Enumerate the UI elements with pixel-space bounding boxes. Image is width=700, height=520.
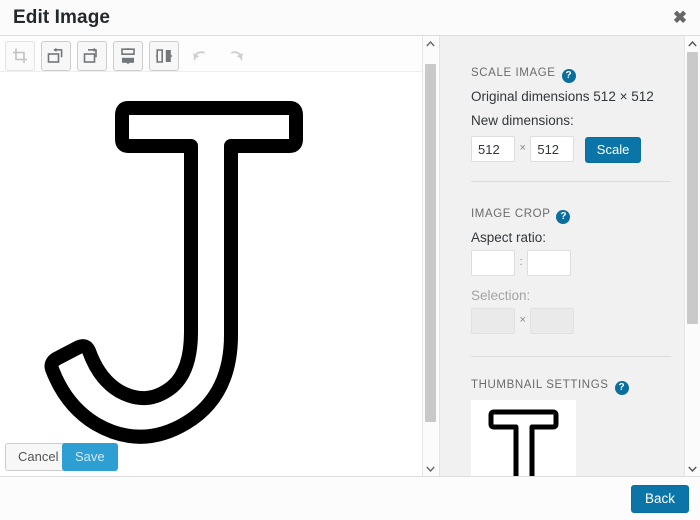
new-dimensions-row: × Scale <box>471 136 691 163</box>
page-title: Edit Image <box>13 7 111 28</box>
editor-scrollbar[interactable] <box>422 36 438 476</box>
undo-icon <box>193 51 205 61</box>
save-button[interactable]: Save <box>62 443 118 471</box>
selection-height-input <box>530 308 575 334</box>
image-settings-pane: SCALE IMAGE? Original dimensions 512 × 5… <box>439 36 700 476</box>
rotate-left-button[interactable] <box>41 41 71 71</box>
new-height-input[interactable] <box>530 136 575 162</box>
image-canvas-area[interactable] <box>0 73 422 476</box>
scroll-down-icon[interactable] <box>423 461 438 476</box>
section-divider <box>471 181 671 182</box>
aspect-ratio-width-input[interactable] <box>471 250 515 276</box>
scroll-up-icon[interactable] <box>685 36 700 52</box>
image-crop-heading: IMAGE CROP <box>471 208 551 220</box>
settings-scrollbar-thumb[interactable] <box>687 52 698 324</box>
aspect-ratio-row: : <box>471 250 691 276</box>
original-dimensions-text: Original dimensions 512 × 512 <box>471 89 654 104</box>
crop-icon-button[interactable] <box>5 41 35 71</box>
selection-width-input <box>471 308 515 334</box>
edit-image-modal: Edit Image ✖ Cancel Save SCALE IMAGE ? O… <box>0 0 700 520</box>
aspect-ratio-separator: : <box>519 255 523 268</box>
section-divider <box>471 356 671 357</box>
scale-image-section: SCALE IMAGE? <box>471 63 671 83</box>
modal-header: Edit Image ✖ <box>0 0 700 36</box>
aspect-ratio-height-input[interactable] <box>526 250 571 276</box>
scroll-down-icon[interactable] <box>685 461 700 476</box>
editor-actions: Cancel Save <box>0 443 422 476</box>
flip-vertical-button[interactable] <box>113 41 143 71</box>
scale-image-heading: SCALE IMAGE <box>471 67 556 79</box>
thumbnail-preview[interactable] <box>471 400 576 476</box>
rotate-left-icon <box>47 47 62 63</box>
redo-icon <box>231 51 243 61</box>
thumbnail-settings-heading: THUMBNAIL SETTINGS <box>471 379 609 391</box>
image-crop-section: IMAGE CROP? <box>471 204 671 224</box>
selection-row: × <box>471 308 691 334</box>
image-editor-pane: Cancel Save <box>0 36 438 476</box>
settings-scrollbar[interactable] <box>684 36 700 476</box>
edited-image[interactable] <box>0 73 395 473</box>
flip-horizontal-icon <box>155 49 173 63</box>
modal-action-bar: Back <box>0 477 700 520</box>
rotate-right-button[interactable] <box>77 41 107 71</box>
scroll-up-icon[interactable] <box>423 36 438 52</box>
aspect-ratio-label: Aspect ratio: <box>471 230 547 245</box>
thumbnail-letter-j-artwork <box>471 400 576 476</box>
scale-button[interactable]: Scale <box>584 136 642 163</box>
modal-content: Cancel Save SCALE IMAGE? Original dimens… <box>0 36 700 477</box>
close-icon[interactable]: ✖ <box>666 4 694 32</box>
selection-label: Selection: <box>471 288 531 303</box>
image-edit-toolbar <box>0 36 438 72</box>
help-icon[interactable]: ? <box>561 69 576 83</box>
help-icon[interactable]: ? <box>556 210 571 224</box>
help-icon[interactable]: ? <box>614 381 629 395</box>
thumbnail-settings-section: THUMBNAIL SETTINGS? <box>471 375 671 395</box>
redo-button[interactable] <box>221 41 251 71</box>
new-dimensions-label: New dimensions: <box>471 113 574 128</box>
flip-vertical-icon <box>121 47 135 65</box>
selection-separator: × <box>519 313 526 326</box>
crop-icon <box>13 48 27 63</box>
undo-button[interactable] <box>185 41 215 71</box>
flip-horizontal-button[interactable] <box>149 41 179 71</box>
editor-scrollbar-thumb[interactable] <box>425 64 436 422</box>
back-button[interactable]: Back <box>630 485 689 513</box>
letter-j-artwork <box>0 73 395 473</box>
rotate-right-icon <box>83 47 97 63</box>
new-width-input[interactable] <box>471 136 515 162</box>
dimension-separator: × <box>519 141 526 154</box>
